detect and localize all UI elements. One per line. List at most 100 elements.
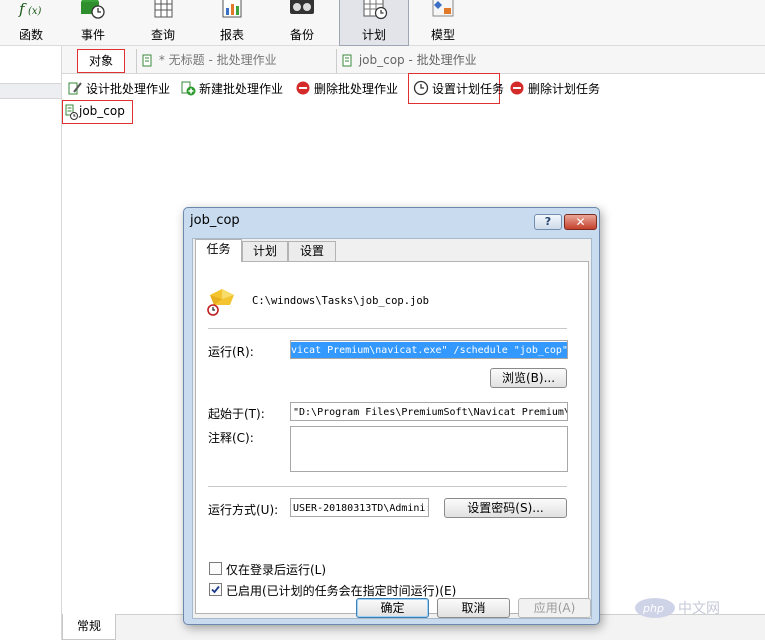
set-schedule-task-label: 设置计划任务 xyxy=(432,82,505,96)
ribbon-backup-button[interactable]: 备份 xyxy=(271,0,333,46)
tab-schedule-label: 计划 xyxy=(252,244,277,258)
delete-schedule-task-label: 删除计划任务 xyxy=(528,82,601,96)
run-field[interactable]: vicat Premium\navicat.exe" /schedule "jo… xyxy=(290,340,568,359)
report-icon xyxy=(222,0,242,18)
task-panel: C:\windows\Tasks\job_cop.job 运行(R): vica… xyxy=(195,261,589,614)
delete-schedule-task-button[interactable]: 删除计划任务 xyxy=(509,78,600,100)
browse-button[interactable]: 浏览(B)... xyxy=(490,368,567,388)
clock-icon xyxy=(413,80,429,96)
svg-text:(x): (x) xyxy=(28,6,42,17)
tab-jobcop-batch-job[interactable]: job_cop - 批处理作业 xyxy=(336,49,536,73)
run-as-field[interactable]: USER-20180313TD\Admini: xyxy=(290,498,429,517)
ribbon-toolbar: f (x) 函数 事件 查询 报表 备份 计划 模型 xyxy=(0,0,765,46)
task-scheduler-icon xyxy=(207,289,234,316)
function-icon: f (x) xyxy=(18,0,42,18)
ribbon-event-label: 事件 xyxy=(80,28,105,42)
apply-button[interactable]: 应用(A) xyxy=(518,598,591,618)
ribbon-report-button[interactable]: 报表 xyxy=(201,0,263,46)
design-icon xyxy=(68,82,82,95)
design-batch-job-button[interactable]: 设计批处理作业 xyxy=(67,78,170,100)
schedule-icon xyxy=(363,0,388,20)
close-button[interactable]: ✕ xyxy=(564,214,597,230)
tab-objects-label: 对象 xyxy=(88,54,113,68)
comment-label: 注释(C): xyxy=(208,431,254,445)
batch-job-toolbar: 设计批处理作业 新建批处理作业 删除批处理作业 设置计划任务 删除计划任务 xyxy=(62,73,765,104)
delete-batch-job-label: 删除批处理作业 xyxy=(314,82,399,96)
ribbon-schedule-button[interactable]: 计划 xyxy=(339,0,409,46)
tab-settings[interactable]: 设置 xyxy=(288,241,336,261)
batch-job-icon xyxy=(342,54,352,66)
ribbon-function-button[interactable]: f (x) 函数 xyxy=(0,0,62,46)
backup-icon xyxy=(290,0,314,14)
tab-task[interactable]: 任务 xyxy=(195,239,242,262)
cancel-button[interactable]: 取消 xyxy=(437,598,510,618)
tab-task-label: 任务 xyxy=(206,242,231,256)
dialog-body: 任务 计划 设置 C:\windows\Tasks\job_cop.job 运行… xyxy=(192,238,592,619)
ok-button[interactable]: 确定 xyxy=(356,598,429,618)
enabled-label: 已启用(已计划的任务会在指定时间运行)(E) xyxy=(226,584,457,598)
tab-untitled-batch-job[interactable]: * 无标题 - 批处理作业 xyxy=(136,49,332,73)
comment-textarea[interactable] xyxy=(290,426,568,472)
new-icon xyxy=(181,81,196,96)
tab-settings-label: 设置 xyxy=(299,244,324,258)
ribbon-model-label: 模型 xyxy=(430,28,455,42)
object-name: job_cop xyxy=(79,104,125,118)
start-in-label: 起始于(T): xyxy=(208,407,265,421)
delete-batch-job-button[interactable]: 删除批处理作业 xyxy=(295,78,398,100)
new-batch-job-label: 新建批处理作业 xyxy=(199,82,284,96)
run-only-logged-on-label: 仅在登录后运行(L) xyxy=(226,563,327,577)
apply-button-label: 应用(A) xyxy=(533,601,576,615)
object-list-item[interactable]: job_cop xyxy=(62,100,133,124)
ribbon-schedule-label: 计划 xyxy=(361,28,386,42)
ribbon-function-label: 函数 xyxy=(18,28,43,42)
navigator-pane xyxy=(0,46,62,640)
svg-text:f: f xyxy=(18,0,27,18)
batch-job-icon xyxy=(142,54,152,66)
close-icon: ✕ xyxy=(575,215,586,229)
ok-button-label: 确定 xyxy=(380,601,405,615)
help-button[interactable]: ? xyxy=(534,214,562,230)
start-in-value: "D:\Program Files\PremiumSoft\Navicat Pr… xyxy=(293,407,568,418)
run-as-label: 运行方式(U): xyxy=(208,503,279,517)
new-batch-job-button[interactable]: 新建批处理作业 xyxy=(180,78,283,100)
design-batch-job-label: 设计批处理作业 xyxy=(86,82,171,96)
run-label: 运行(R): xyxy=(208,345,254,359)
set-schedule-task-button[interactable]: 设置计划任务 xyxy=(408,73,504,104)
delete-icon xyxy=(296,81,310,95)
schedule-task-dialog: job_cop ? ✕ 任务 计划 设置 C:\windows\Tasks\jo… xyxy=(183,207,600,625)
navigator-header xyxy=(0,83,61,99)
ribbon-model-button[interactable]: 模型 xyxy=(412,0,474,46)
run-field-value: vicat Premium\navicat.exe" /schedule "jo… xyxy=(291,342,567,358)
start-in-field[interactable]: "D:\Program Files\PremiumSoft\Navicat Pr… xyxy=(290,402,568,421)
tab-general-label: 常规 xyxy=(76,619,101,633)
watermark-text: 中文网 xyxy=(678,601,720,617)
set-password-button[interactable]: 设置密码(S)... xyxy=(444,498,567,518)
run-only-logged-on-checkbox[interactable] xyxy=(209,562,222,575)
tab-general[interactable]: 常规 xyxy=(62,614,116,640)
query-icon xyxy=(154,0,173,18)
dialog-title: job_cop xyxy=(190,213,240,228)
php-cn-watermark-logo: php 中文网 xyxy=(635,598,720,618)
help-icon: ? xyxy=(544,215,552,228)
cancel-button-label: 取消 xyxy=(461,601,486,615)
tab-untitled-label: * 无标题 - 批处理作业 xyxy=(158,53,277,67)
ribbon-report-label: 报表 xyxy=(219,28,244,42)
ribbon-query-button[interactable]: 查询 xyxy=(132,0,194,46)
checkmark-icon xyxy=(211,585,220,594)
event-icon xyxy=(81,0,105,19)
ribbon-backup-label: 备份 xyxy=(289,28,314,42)
separator xyxy=(208,486,567,487)
document-tabs: 对象 * 无标题 - 批处理作业 job_cop - 批处理作业 xyxy=(62,46,765,74)
delete-task-icon xyxy=(510,81,524,95)
scheduled-job-icon xyxy=(65,104,78,120)
tab-objects[interactable]: 对象 xyxy=(77,49,125,73)
separator xyxy=(208,328,567,329)
model-icon xyxy=(432,0,454,17)
tab-jobcop-label: job_cop - 批处理作业 xyxy=(358,53,477,67)
tab-schedule[interactable]: 计划 xyxy=(242,241,288,261)
browse-button-label: 浏览(B)... xyxy=(501,371,556,385)
svg-text:php: php xyxy=(642,602,664,615)
ribbon-event-button[interactable]: 事件 xyxy=(62,0,124,46)
enabled-checkbox[interactable] xyxy=(209,583,222,596)
task-file-path: C:\windows\Tasks\job_cop.job xyxy=(252,295,430,307)
